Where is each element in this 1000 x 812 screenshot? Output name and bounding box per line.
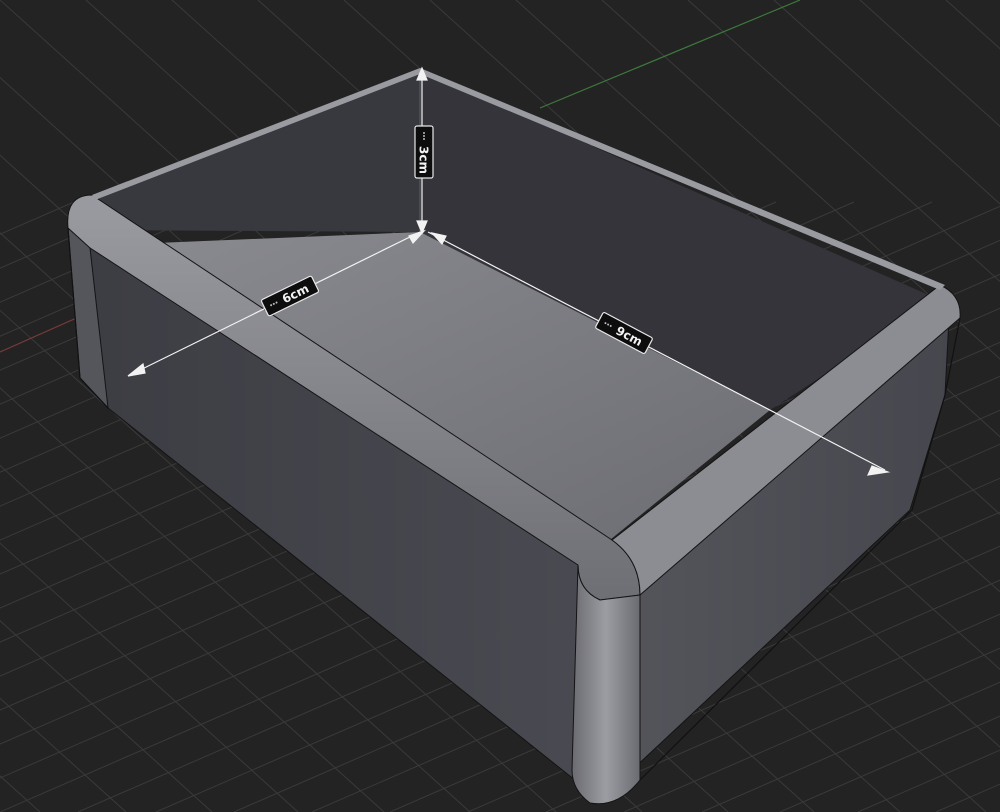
height-dimension-label[interactable]: 3cm (414, 125, 434, 179)
grid-line (945, 0, 1000, 50)
3d-viewport[interactable]: 3cm 6cm 9cm (0, 0, 1000, 812)
box-inner-back-wall (90, 70, 420, 232)
box-model[interactable] (67, 68, 961, 805)
y-axis-line (539, 0, 801, 109)
grid-line (0, 201, 75, 235)
height-value: 3cm (417, 146, 431, 174)
box-front-corner (571, 564, 641, 805)
dimension-grip-icon (423, 132, 425, 140)
